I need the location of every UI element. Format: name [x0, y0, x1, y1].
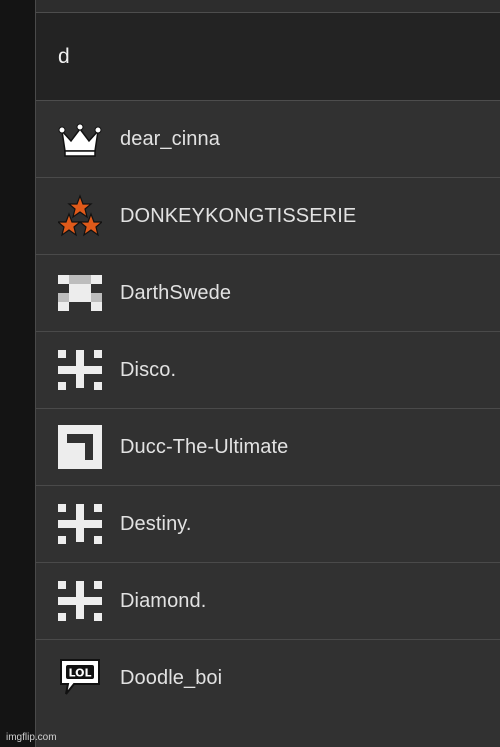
crown-icon — [58, 117, 102, 161]
result-item-dear-cinna[interactable]: dear_cinna — [36, 101, 500, 178]
result-item-diamond[interactable]: Diamond. — [36, 563, 500, 640]
username: Destiny. — [120, 512, 192, 535]
stars-pyramid-icon — [58, 194, 102, 238]
username: Doodle_boi — [120, 666, 223, 689]
pixel-cross-icon — [58, 579, 102, 623]
username: Ducc-The-Ultimate — [120, 435, 289, 458]
username: DarthSwede — [120, 281, 232, 304]
search-query-text: d — [58, 44, 70, 68]
pixel-checker-icon — [58, 271, 102, 315]
search-input[interactable]: d — [36, 13, 500, 101]
pixel-square-icon — [58, 425, 102, 469]
panel-top-divider — [36, 0, 500, 13]
result-item-disco[interactable]: Disco. — [36, 332, 500, 409]
username: Disco. — [120, 358, 177, 381]
result-item-darthswede[interactable]: DarthSwede — [36, 255, 500, 332]
svg-text:LOL: LOL — [69, 667, 92, 680]
result-item-doodle-boi[interactable]: LOL Doodle_boi — [36, 640, 500, 716]
pixel-cross-icon — [58, 348, 102, 392]
lol-speech-bubble-icon: LOL — [58, 656, 102, 700]
result-item-destiny[interactable]: Destiny. — [36, 486, 500, 563]
user-search-panel: d dear_cinna DONKEYKONGTISSERIE DarthSwe… — [35, 0, 500, 747]
username: Diamond. — [120, 589, 207, 612]
left-background-strip — [0, 0, 35, 747]
results-list: dear_cinna DONKEYKONGTISSERIE DarthSwede… — [36, 101, 500, 716]
imgflip-watermark: imgflip.com — [6, 732, 57, 743]
username: dear_cinna — [120, 127, 220, 150]
username: DONKEYKONGTISSERIE — [120, 204, 357, 227]
result-item-donkeykongtisserie[interactable]: DONKEYKONGTISSERIE — [36, 178, 500, 255]
pixel-cross-icon — [58, 502, 102, 546]
result-item-ducc-the-ultimate[interactable]: Ducc-The-Ultimate — [36, 409, 500, 486]
